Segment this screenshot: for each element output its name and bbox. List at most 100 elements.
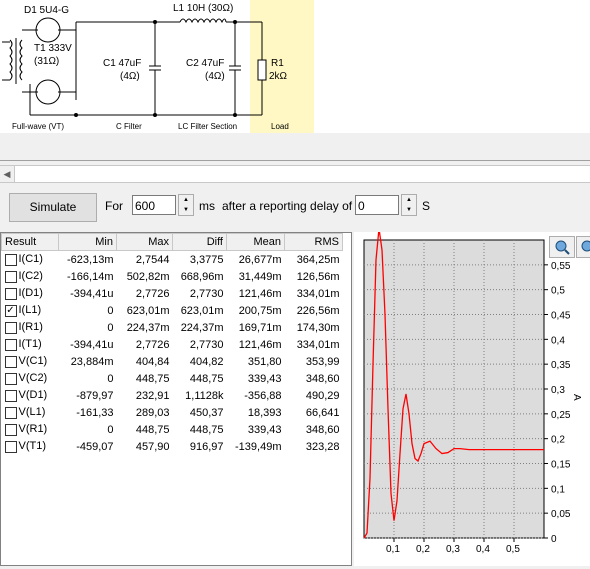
- cell-rms: 126,56m: [296, 270, 340, 283]
- result-name: V(C2): [18, 372, 48, 385]
- row-checkbox[interactable]: [4, 440, 17, 453]
- arrow-left-icon[interactable]: ◀: [0, 166, 15, 182]
- cell-rms: 334,01m: [296, 338, 340, 351]
- y-tick-label: 0,1: [551, 484, 565, 495]
- cell-max: 289,03: [135, 406, 170, 419]
- duration-spinner[interactable]: ▲ ▼: [178, 194, 194, 216]
- cell-rms: 353,99: [305, 355, 340, 368]
- cell-max: 502,82m: [126, 270, 170, 283]
- cell-rms: 364,25m: [296, 253, 340, 266]
- column-header[interactable]: Diff: [172, 233, 227, 251]
- row-checkbox[interactable]: [4, 270, 17, 283]
- duration-input[interactable]: 600: [132, 195, 176, 215]
- magnifier-icon[interactable]: [549, 236, 575, 258]
- table-row[interactable]: I(C2) -166,14m 502,82m 668,96m 31,449m 126,56…: [2, 268, 343, 285]
- table-row[interactable]: V(R1) 0 448,75 448,75 339,43 348,60: [2, 421, 343, 438]
- column-header[interactable]: Min: [58, 233, 117, 251]
- spin-up-icon[interactable]: ▲: [402, 195, 416, 205]
- cell-mean: 31,449m: [238, 270, 282, 283]
- c2-label: C2 47uF: [186, 58, 225, 69]
- simulate-button[interactable]: Simulate: [9, 193, 97, 222]
- result-name: I(R1): [18, 321, 43, 334]
- section-cfilter: C Filter: [116, 122, 142, 131]
- cell-diff: 450,37: [189, 406, 224, 419]
- column-header[interactable]: Max: [116, 233, 173, 251]
- schematic-drawing: [2, 17, 267, 117]
- cell-max: 448,75: [135, 423, 170, 436]
- row-checkbox[interactable]: [4, 406, 17, 419]
- cell-rms: 226,56m: [296, 304, 340, 317]
- result-name-cell: I(T1): [2, 336, 59, 353]
- cell-mean: 351,80: [247, 355, 282, 368]
- result-name-cell: V(R1): [2, 421, 59, 438]
- delay-input[interactable]: 0: [355, 195, 399, 215]
- cell-min: 23,884m: [70, 355, 114, 368]
- cell-diff: 2,7730: [189, 338, 224, 351]
- cell-rms: 334,01m: [296, 287, 340, 300]
- table-row[interactable]: I(T1) -394,41u 2,7726 2,7730 121,46m 334,01m: [2, 336, 343, 353]
- cell-mean: 26,677m: [238, 253, 282, 266]
- cell-min: -161,33: [76, 406, 114, 419]
- table-row[interactable]: I(C1) -623,13m 2,7544 3,3775 26,677m 364,25m: [2, 251, 343, 269]
- y-tick-label: 0: [551, 534, 557, 545]
- cell-max: 232,91: [135, 389, 170, 402]
- cell-diff: 916,97: [189, 440, 224, 453]
- column-header[interactable]: Mean: [226, 233, 285, 251]
- result-name: I(D1): [18, 287, 43, 300]
- cell-mean: -139,49m: [235, 440, 282, 453]
- cell-diff: 224,37m: [180, 321, 224, 334]
- cell-diff: 448,75: [189, 423, 224, 436]
- y-tick-label: 0,15: [551, 460, 571, 471]
- row-checkbox[interactable]: [4, 338, 17, 351]
- cell-min: -623,13m: [67, 253, 114, 266]
- result-name: V(R1): [18, 423, 48, 436]
- splitter[interactable]: [0, 160, 590, 161]
- table-row[interactable]: V(D1) -879,97 232,91 1,1128k -356,88 490,29: [2, 387, 343, 404]
- spin-down-icon[interactable]: ▼: [179, 205, 193, 215]
- y-tick-label: 0,3: [551, 385, 565, 396]
- table-row[interactable]: V(T1) -459,07 457,90 916,97 -139,49m 323,28: [2, 438, 343, 455]
- row-checkbox[interactable]: [4, 389, 17, 402]
- result-name: I(C1): [18, 253, 43, 266]
- row-checkbox[interactable]: [4, 372, 17, 385]
- horizontal-scrollbar[interactable]: ◀: [0, 165, 590, 183]
- r1-value: 2kΩ: [269, 71, 288, 82]
- magnifier-icon[interactable]: [576, 236, 590, 258]
- t1-label: T1 333V: [34, 43, 72, 54]
- cell-min: -459,07: [76, 440, 114, 453]
- cell-mean: 200,75m: [238, 304, 282, 317]
- spin-down-icon[interactable]: ▼: [402, 205, 416, 215]
- cell-min: -879,97: [76, 389, 114, 402]
- cell-min: 0: [107, 304, 114, 317]
- result-name: V(L1): [18, 406, 46, 419]
- column-header[interactable]: RMS: [284, 233, 343, 251]
- table-row[interactable]: I(D1) -394,41u 2,7726 2,7730 121,46m 334,01m: [2, 285, 343, 302]
- table-row[interactable]: V(C2) 0 448,75 448,75 339,43 348,60: [2, 370, 343, 387]
- row-checkbox[interactable]: ✓: [4, 304, 17, 317]
- cell-mean: 121,46m: [238, 338, 282, 351]
- table-row[interactable]: I(R1) 0 224,37m 224,37m 169,71m 174,30m: [2, 319, 343, 336]
- delay-label: after a reporting delay of: [222, 199, 353, 213]
- column-header[interactable]: Result: [1, 233, 59, 251]
- y-tick-label: 0,25: [551, 410, 571, 421]
- section-lcfilter: LC Filter Section: [178, 122, 238, 131]
- row-checkbox[interactable]: [4, 253, 17, 266]
- table-row[interactable]: ✓ I(L1) 0 623,01m 623,01m 200,75m 226,56m: [2, 302, 343, 319]
- row-checkbox[interactable]: [4, 423, 17, 436]
- table-row[interactable]: V(L1) -161,33 289,03 450,37 18,393 66,641: [2, 404, 343, 421]
- cell-diff: 404,82: [189, 355, 224, 368]
- for-label: For: [105, 199, 123, 213]
- delay-spinner[interactable]: ▲ ▼: [401, 194, 417, 216]
- cell-rms: 348,60: [305, 372, 340, 385]
- results-table: Result Min Max Diff Mean RMS I(C1) -623,13m 2,7…: [0, 232, 352, 566]
- spin-up-icon[interactable]: ▲: [179, 195, 193, 205]
- result-name-cell: V(C2): [2, 370, 59, 387]
- table-row[interactable]: V(C1) 23,884m 404,84 404,82 351,80 353,99: [2, 353, 343, 370]
- cell-max: 2,7726: [135, 287, 170, 300]
- row-checkbox[interactable]: [4, 355, 17, 368]
- row-checkbox[interactable]: [4, 287, 17, 300]
- row-checkbox[interactable]: [4, 321, 17, 334]
- result-name-cell: I(C1): [2, 251, 59, 269]
- cell-diff: 623,01m: [180, 304, 224, 317]
- y-tick-label: 0,5: [551, 286, 565, 297]
